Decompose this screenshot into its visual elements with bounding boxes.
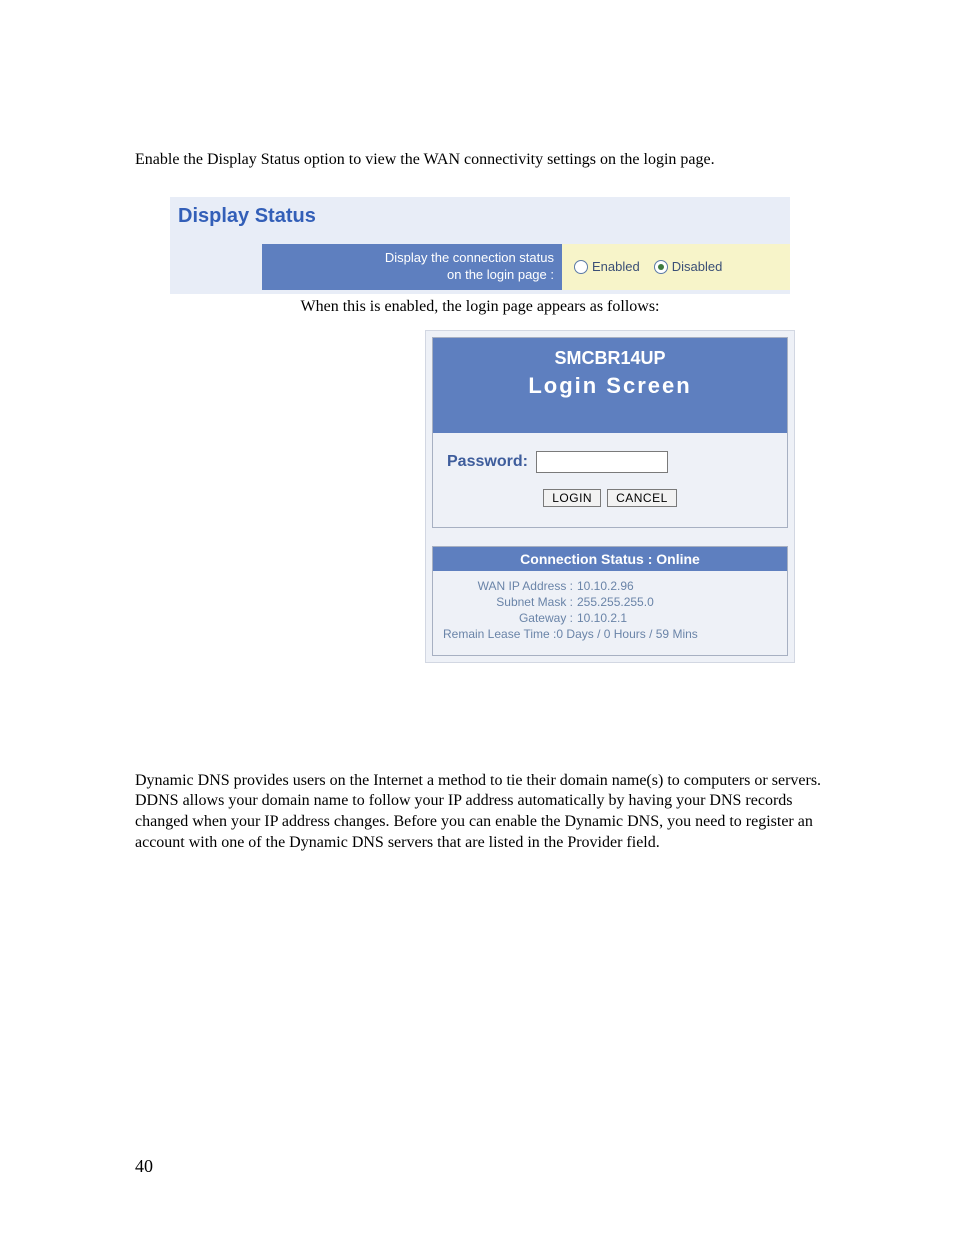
intro-text: Enable the Display Status option to view… <box>135 150 824 171</box>
enabled-radio[interactable]: Enabled <box>574 259 640 274</box>
enabled-radio-label: Enabled <box>592 259 640 274</box>
subnet-mask-value: 255.255.255.0 <box>577 595 654 609</box>
login-model: SMCBR14UP <box>447 348 773 369</box>
wan-ip-label: WAN IP Address : <box>443 579 577 593</box>
caption-text: When this is enabled, the login page app… <box>170 298 790 316</box>
subnet-mask-label: Subnet Mask : <box>443 595 577 609</box>
radio-icon <box>574 260 588 274</box>
login-screen-figure: SMCBR14UP Login Screen Password: LOGIN C… <box>425 330 795 663</box>
lease-time-label: Remain Lease Time : <box>443 627 556 641</box>
radio-icon <box>654 260 668 274</box>
cancel-button[interactable]: CANCEL <box>607 489 677 507</box>
login-title: Login Screen <box>447 373 773 399</box>
disabled-radio-label: Disabled <box>672 259 723 274</box>
login-button[interactable]: LOGIN <box>543 489 601 507</box>
disabled-radio[interactable]: Disabled <box>654 259 723 274</box>
connection-status-box: Connection Status : Online WAN IP Addres… <box>432 546 788 656</box>
ddns-paragraph: Dynamic DNS provides users on the Intern… <box>135 771 824 854</box>
lease-time-value: 0 Days / 0 Hours / 59 Mins <box>556 627 697 641</box>
password-label: Password: <box>447 453 528 471</box>
password-input[interactable] <box>536 451 668 473</box>
display-status-options: Enabled Disabled <box>562 244 790 290</box>
gateway-label: Gateway : <box>443 611 577 625</box>
connection-status-header: Connection Status : Online <box>433 547 787 571</box>
gateway-value: 10.10.2.1 <box>577 611 627 625</box>
page-number: 40 <box>135 1156 153 1177</box>
display-status-title: Display Status <box>170 205 790 228</box>
wan-ip-value: 10.10.2.96 <box>577 579 634 593</box>
display-status-label: Display the connection status on the log… <box>262 244 562 290</box>
display-status-panel: Display Status Display the connection st… <box>170 197 790 294</box>
